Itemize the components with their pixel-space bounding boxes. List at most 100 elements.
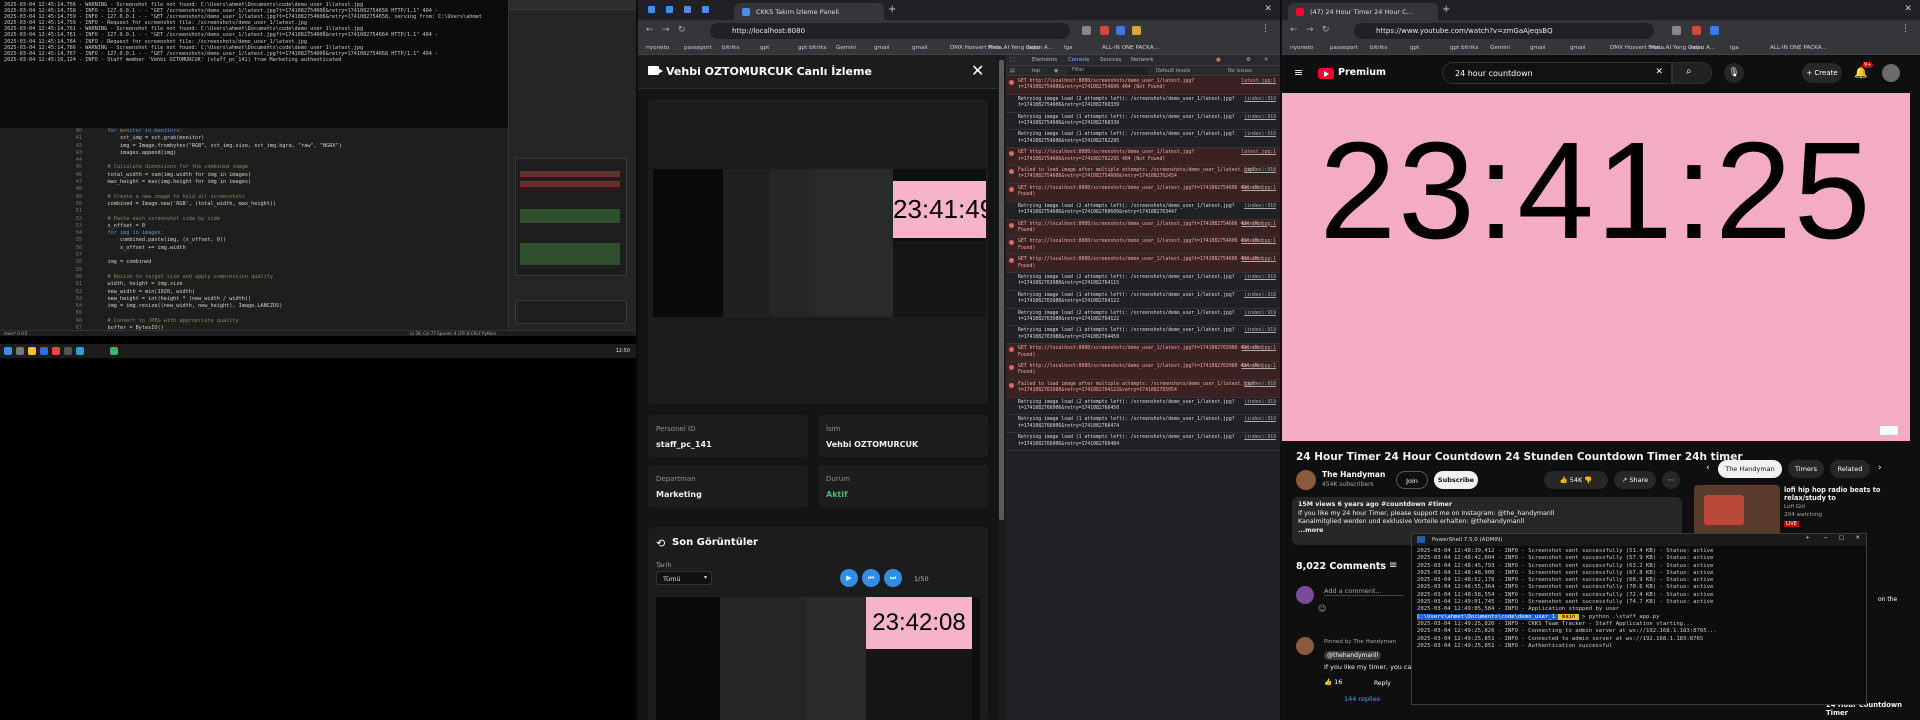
error-count-icon[interactable]: ● [1216, 57, 1221, 63]
console-entry[interactable]: (index):918 Failed to load image after mu… [1006, 166, 1280, 184]
console-entry[interactable]: (index):919 Retrying image load (2 attemp… [1006, 398, 1280, 416]
extension-icon[interactable] [1100, 26, 1109, 35]
bookmark-item[interactable]: Iga [1064, 45, 1073, 51]
channel-name[interactable]: The Handyman [1322, 470, 1385, 479]
extension-icon[interactable] [1116, 26, 1125, 35]
youtube-premium-label[interactable]: Premium [1338, 67, 1386, 78]
replies-toggle[interactable]: 144 replies [1344, 695, 1380, 703]
minimize-icon[interactable]: − [1823, 535, 1828, 541]
chat-input[interactable] [515, 300, 627, 324]
console-entry[interactable]: (index):919 Retrying image load (2 attemp… [1006, 202, 1280, 220]
play-button[interactable]: ▶ [840, 569, 858, 587]
extension-icon[interactable] [1692, 26, 1701, 35]
code-line[interactable] [95, 252, 505, 259]
code-line[interactable]: # Create a new image to hold all screens… [95, 194, 505, 201]
code-line[interactable]: x_offset += img.width [95, 245, 505, 252]
source-link[interactable]: latest.jpg:1 [1241, 186, 1276, 192]
copilot-chat-panel[interactable] [508, 0, 636, 336]
bookmark-item[interactable]: gmail [1570, 45, 1586, 51]
share-button[interactable]: ↗ Share [1614, 471, 1656, 489]
bookmark-item[interactable]: nepo [1026, 45, 1040, 51]
close-window-icon[interactable]: ✕ [1904, 4, 1912, 14]
add-comment-input[interactable]: Add a comment... [1324, 587, 1404, 596]
new-tab-icon[interactable]: + [1805, 535, 1810, 541]
code-editor[interactable]: 40 41 42 43 44 45 46 47 48 49 50 51 52 53 54 55 56 57 58 59… [0, 128, 508, 333]
next-button[interactable]: ⏭ [884, 569, 902, 587]
chevron-left-icon[interactable]: ‹ [1706, 463, 1710, 473]
avatar[interactable] [1882, 64, 1900, 82]
tab-sources[interactable]: Sources [1100, 57, 1121, 63]
source-link[interactable]: (index):919 [1244, 132, 1276, 138]
context-select[interactable]: top [1032, 68, 1040, 74]
search-input[interactable]: 24 hour countdown ✕ [1442, 62, 1672, 84]
source-link[interactable]: latest.jpg:1 [1241, 222, 1276, 228]
search-button[interactable]: ⌕ [1672, 62, 1712, 84]
maximize-icon[interactable]: □ [1839, 535, 1844, 541]
bookmark-item[interactable]: gpt [760, 45, 769, 51]
console-entry[interactable]: (index):919 Retrying image load (2 attemp… [1006, 309, 1280, 327]
issues-button[interactable]: No Issues [1228, 68, 1252, 74]
side-video-title[interactable]: lofi hip hop radio beats to relax/study … [1784, 486, 1910, 502]
channel-avatar[interactable] [1296, 470, 1316, 490]
code-line[interactable]: for monitor in monitors: [95, 128, 505, 135]
console-entry[interactable]: (index):919 Retrying image load (1 attemp… [1006, 291, 1280, 309]
console-log[interactable]: latest.jpg:1 GET http://localhost:8080/sc… [1006, 77, 1280, 720]
bookmark-item[interactable]: Meta AI Yeng Gelen A... [988, 45, 1053, 51]
bookmark-item[interactable]: passeport [1330, 45, 1358, 51]
code-line[interactable] [95, 267, 505, 274]
code-line[interactable]: img = combined [95, 259, 505, 266]
code-line[interactable]: new_height = int(height * (new_width / w… [95, 296, 505, 303]
comment-like-icon[interactable]: 👍 16 [1324, 678, 1342, 686]
source-link[interactable]: (index):919 [1244, 328, 1276, 334]
source-link[interactable]: (index):919 [1244, 293, 1276, 299]
code-line[interactable] [95, 208, 505, 215]
tab-icon[interactable] [648, 6, 655, 13]
console-entry[interactable]: latest.jpg:1 GET http://localhost:8080/sc… [1006, 255, 1280, 273]
side-video-thumbnail[interactable] [1694, 485, 1780, 537]
bookmark-item[interactable]: bitriks [722, 45, 739, 51]
chip-channel[interactable]: The Handyman [1718, 460, 1782, 478]
bookmark-item[interactable]: Gemini [836, 45, 856, 51]
menu-icon[interactable]: ⋮ [1261, 24, 1270, 34]
console-entry[interactable]: (index):919 Retrying image load (2 attemp… [1006, 95, 1280, 113]
code-line[interactable]: # Convert to JPEG with appropriate quali… [95, 318, 505, 325]
bookmark-item[interactable]: Gemini [1490, 45, 1510, 51]
console-entry[interactable]: (index):919 Retrying image load (1 attemp… [1006, 113, 1280, 131]
youtube-logo-icon[interactable] [1318, 68, 1334, 79]
dislike-icon[interactable]: 👎 [1584, 476, 1592, 484]
close-window-icon[interactable]: ✕ [1264, 4, 1272, 14]
search-icon[interactable] [16, 347, 24, 355]
clear-search-icon[interactable]: ✕ [1655, 67, 1663, 77]
source-link[interactable]: (index):919 [1244, 97, 1276, 103]
back-icon[interactable]: ← [1290, 25, 1298, 35]
source-link[interactable]: (index):919 [1244, 400, 1276, 406]
code-line[interactable]: combined.paste(img, (x_offset, 0)) [95, 237, 505, 244]
menu-icon[interactable]: ⋮ [1901, 24, 1910, 34]
console-entry[interactable]: (index):919 Retrying image load (1 attemp… [1006, 326, 1280, 345]
source-link[interactable]: (index):919 [1244, 275, 1276, 281]
source-link[interactable]: (index):919 [1244, 417, 1276, 423]
side-video-channel[interactable]: Lofi Girl [1784, 504, 1806, 510]
previous-button[interactable]: ⏮ [862, 569, 880, 587]
bookmark-item[interactable]: gmail [1530, 45, 1546, 51]
console-entry[interactable]: (index):919 Retrying image load (2 attemp… [1006, 273, 1280, 291]
url-field[interactable]: https://www.youtube.com/watch?v=zmGaAjeq… [1354, 23, 1654, 39]
chip-related[interactable]: Related [1830, 460, 1870, 478]
console-entry[interactable]: latest.jpg:1 GET http://localhost:8080/sc… [1006, 344, 1280, 362]
code-line[interactable]: # Calculate dimensions for the combined … [95, 164, 505, 171]
bookmark-item[interactable]: riyoneto [646, 45, 669, 51]
taskbar-clock[interactable]: 12:50 [616, 348, 630, 354]
console-entry[interactable]: latest.jpg:1 GET http://localhost:8080/sc… [1006, 362, 1280, 380]
console-entry[interactable]: latest.jpg:1 GET http://localhost:8080/sc… [1006, 237, 1280, 256]
bookmark-item[interactable]: gpt bitriks [1450, 45, 1478, 51]
eye-icon[interactable]: ◉ [1054, 68, 1058, 74]
powershell-output[interactable]: 2025-03-04 12:48:39,412 - INFO - Screens… [1412, 546, 1866, 704]
live-screenshot[interactable]: 23:41:49 [653, 169, 986, 317]
bookmark-item[interactable]: passeport [684, 45, 712, 51]
commenter-avatar[interactable] [1296, 637, 1314, 655]
tab-admin-panel[interactable]: CKKS Takım İzleme Paneli [734, 3, 884, 20]
console-entry[interactable]: latest.jpg:1 GET http://localhost:8080/sc… [1006, 183, 1280, 202]
chip-timers[interactable]: Timers [1788, 460, 1824, 478]
emoji-icon[interactable]: ☺ [1318, 604, 1326, 613]
subscribe-button[interactable]: Subscribe [1434, 471, 1478, 489]
